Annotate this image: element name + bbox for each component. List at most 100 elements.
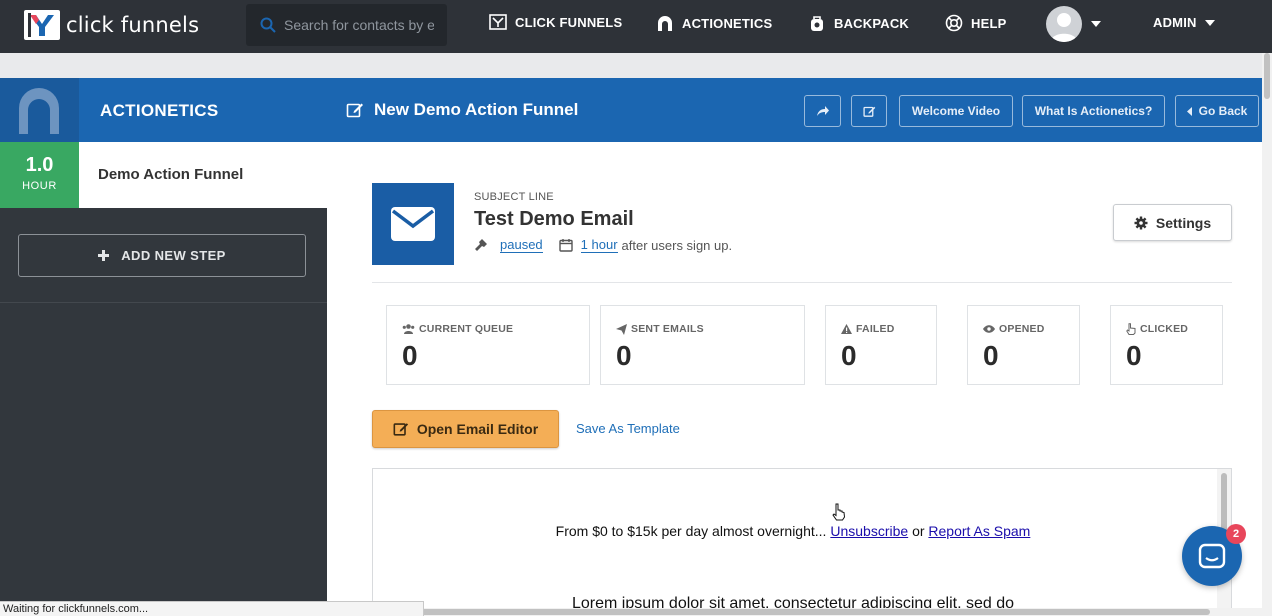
stat-current-queue: CURRENT QUEUE 0 <box>386 305 590 385</box>
calendar-icon <box>558 239 573 252</box>
settings-button[interactable]: Settings <box>1113 204 1232 241</box>
contact-search[interactable] <box>246 4 447 46</box>
edit-icon <box>862 106 875 117</box>
step-name: Demo Action Funnel <box>98 166 244 183</box>
stat-label: FAILED <box>856 323 895 335</box>
sidebar-divider <box>0 302 327 303</box>
stat-label: CURRENT QUEUE <box>419 323 514 335</box>
step-delay-value: 1.0 <box>25 154 54 176</box>
stat-failed: FAILED 0 <box>825 305 937 385</box>
status-link[interactable]: paused <box>500 237 543 253</box>
user-label: ADMIN <box>1153 15 1197 30</box>
chevron-left-icon <box>1186 106 1192 116</box>
stat-label: SENT EMAILS <box>631 323 704 335</box>
hand-pointer-icon <box>1126 323 1136 335</box>
search-input[interactable] <box>284 17 434 33</box>
clickfunnels-logo-icon <box>24 10 60 40</box>
step-item[interactable]: 1.0 HOUR Demo Action Funnel <box>0 142 327 208</box>
hand-cursor-icon <box>832 503 846 521</box>
clickfunnels-logo[interactable]: click funnels <box>24 10 199 40</box>
warning-icon <box>841 324 852 334</box>
search-icon <box>260 17 276 33</box>
email-meta: paused 1 hour after users sign up. <box>474 237 732 253</box>
report-spam-link[interactable]: Report As Spam <box>928 523 1030 539</box>
settings-label: Settings <box>1155 214 1212 231</box>
chat-unread-badge: 2 <box>1226 524 1246 544</box>
preview-intro: From $0 to $15k per day almost overnight… <box>555 523 827 539</box>
edit-icon <box>393 423 408 436</box>
paper-plane-icon <box>616 323 627 335</box>
share-icon <box>816 106 829 116</box>
backpack-icon <box>811 16 823 31</box>
chat-launcher-button[interactable]: 2 <box>1182 524 1246 586</box>
what-is-actionetics-button[interactable]: What Is Actionetics? <box>1022 95 1165 127</box>
nav-label: HELP <box>971 15 1007 31</box>
stat-label-row: OPENED <box>983 323 1045 335</box>
go-back-label: Go Back <box>1198 104 1248 118</box>
plug-icon <box>475 239 487 251</box>
delay-link[interactable]: 1 hour <box>580 237 618 253</box>
open-email-editor-button[interactable]: Open Email Editor <box>372 410 559 448</box>
nav-backpack[interactable]: BACKPACK <box>808 14 909 32</box>
welcome-video-button[interactable]: Welcome Video <box>899 95 1013 127</box>
stat-value: 0 <box>616 340 632 371</box>
nav-help[interactable]: HELP <box>945 14 1006 32</box>
page-header: ACTIONETICS New Demo Action Funnel Welco… <box>0 78 1262 142</box>
delay-suffix: after users sign up. <box>621 237 733 253</box>
stat-value: 0 <box>402 340 418 371</box>
actionetics-header-icon <box>0 78 79 142</box>
step-delay-unit: HOUR <box>22 180 57 192</box>
stat-value: 0 <box>1126 340 1142 371</box>
stat-label-row: CURRENT QUEUE <box>402 323 513 335</box>
preview-or: or <box>912 523 925 539</box>
avatar-chevron-down-icon[interactable] <box>1091 21 1101 27</box>
subject-label: SUBJECT LINE <box>474 191 554 203</box>
plus-icon <box>98 250 110 261</box>
stat-label-row: FAILED <box>841 323 895 335</box>
top-navbar: click funnels CLICK FUNNELS ACTIONETICS … <box>0 0 1272 53</box>
go-back-button[interactable]: Go Back <box>1175 95 1259 127</box>
chevron-down-icon <box>1204 19 1215 26</box>
actionetics-icon <box>658 16 672 31</box>
page-scrollbar[interactable] <box>1262 53 1272 616</box>
funnel-title[interactable]: New Demo Action Funnel <box>346 100 578 120</box>
stat-label-row: SENT EMAILS <box>616 323 704 335</box>
browser-status-bar: Waiting for clickfunnels.com... <box>0 601 424 616</box>
stat-label: OPENED <box>999 323 1045 335</box>
nav-label: ACTIONETICS <box>682 15 773 31</box>
edit-funnel-button[interactable] <box>851 95 887 127</box>
eye-icon <box>983 325 995 333</box>
unsubscribe-link[interactable]: Unsubscribe <box>830 523 908 539</box>
logo-text: click funnels <box>66 13 200 37</box>
notice-strip <box>0 53 1272 78</box>
section-title: ACTIONETICS <box>100 101 219 120</box>
user-menu[interactable]: ADMIN <box>1153 15 1215 30</box>
step-delay-badge: 1.0 HOUR <box>0 142 79 208</box>
clickfunnels-icon <box>489 14 507 30</box>
funnel-title-text: New Demo Action Funnel <box>374 100 579 119</box>
edit-icon <box>346 103 363 118</box>
stat-label: CLICKED <box>1140 323 1189 335</box>
stat-value: 0 <box>983 340 999 371</box>
add-new-step-button[interactable]: ADD NEW STEP <box>18 234 306 277</box>
email-preview-frame[interactable]: From $0 to $15k per day almost overnight… <box>372 468 1232 616</box>
page-scrollbar-thumb[interactable] <box>1264 53 1270 99</box>
envelope-icon <box>391 207 435 241</box>
email-type-icon <box>372 183 454 265</box>
save-as-template-link[interactable]: Save As Template <box>576 421 680 436</box>
divider <box>372 282 1232 283</box>
users-icon <box>402 324 415 334</box>
open-editor-label: Open Email Editor <box>416 421 539 437</box>
nav-actionetics[interactable]: ACTIONETICS <box>656 14 772 32</box>
stat-clicked: CLICKED 0 <box>1110 305 1223 385</box>
lifebuoy-icon <box>945 14 963 32</box>
gear-icon <box>1134 216 1148 229</box>
nav-label: CLICK FUNNELS <box>515 14 623 30</box>
what-is-label: What Is Actionetics? <box>1034 104 1153 118</box>
share-button[interactable] <box>804 95 841 127</box>
nav-click-funnels[interactable]: CLICK FUNNELS <box>489 14 622 30</box>
user-avatar[interactable] <box>1046 6 1082 42</box>
add-step-label: ADD NEW STEP <box>121 248 226 263</box>
stat-sent-emails: SENT EMAILS 0 <box>600 305 805 385</box>
stat-value: 0 <box>841 340 857 371</box>
